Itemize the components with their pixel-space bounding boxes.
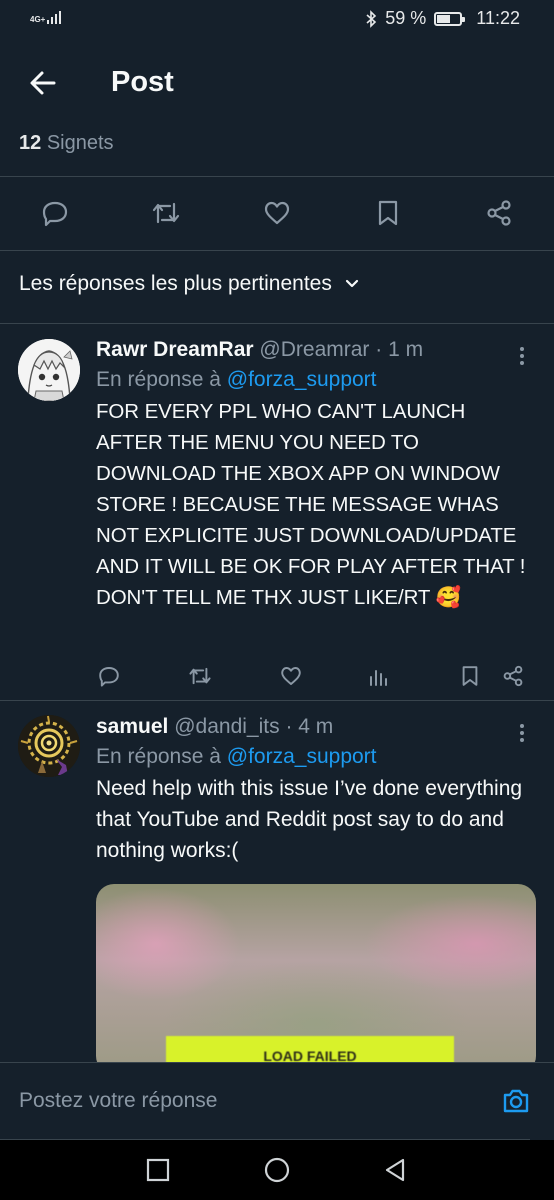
reply-input[interactable]: Postez votre réponse xyxy=(19,1089,217,1113)
like-button[interactable] xyxy=(260,196,294,230)
home-button[interactable] xyxy=(263,1156,291,1184)
network-type: 4G+ xyxy=(30,15,46,24)
timestamp: 1 m xyxy=(388,338,424,361)
retweet-icon xyxy=(189,667,211,685)
bluetooth-icon xyxy=(366,9,377,28)
avatar[interactable] xyxy=(18,715,80,777)
share-icon xyxy=(503,665,523,687)
signal-indicator: 4G+ xyxy=(30,10,62,24)
like-button[interactable] xyxy=(277,662,305,690)
bookmark-stat[interactable]: 12 Signets xyxy=(19,132,114,155)
like-icon xyxy=(264,201,290,225)
bookmark-button[interactable] xyxy=(456,662,484,690)
page-title: Post xyxy=(111,66,174,98)
back-navigation-button[interactable] xyxy=(381,1156,409,1184)
compose-reply-bar: Postez votre réponse xyxy=(0,1062,554,1140)
battery-level xyxy=(437,14,451,23)
like-icon xyxy=(281,667,301,685)
reply-button[interactable] xyxy=(95,662,123,690)
chevron-down-icon xyxy=(345,279,358,288)
share-button[interactable] xyxy=(482,196,516,230)
camera-button[interactable] xyxy=(500,1085,532,1117)
more-options-button[interactable] xyxy=(510,721,534,745)
in-reply-prefix: En réponse à xyxy=(96,368,221,391)
bookmark-icon xyxy=(378,200,398,226)
bookmark-icon xyxy=(462,666,478,686)
timestamp: 4 m xyxy=(298,715,334,738)
attached-photo[interactable]: LOAD FAILED xyxy=(96,884,536,1074)
divider xyxy=(0,250,554,251)
post-action-bar xyxy=(0,192,554,234)
sort-label: Les réponses les plus pertinentes xyxy=(19,272,332,295)
retweet-icon xyxy=(152,202,180,224)
camera-icon xyxy=(503,1089,529,1113)
in-reply-prefix: En réponse à xyxy=(96,745,221,768)
triangle-back-icon xyxy=(385,1158,405,1182)
battery-percent: 59 % xyxy=(385,8,427,28)
mention-link[interactable]: @forza_support xyxy=(227,745,377,768)
bookmark-label: Signets xyxy=(46,132,114,154)
retweet-button[interactable] xyxy=(149,196,183,230)
reply-text: FOR EVERY PPL WHO CAN'T LAUNCH AFTER THE… xyxy=(96,400,526,609)
user-handle[interactable]: @dandi_its xyxy=(174,715,279,738)
analytics-icon xyxy=(370,670,387,686)
sort-replies-dropdown[interactable]: Les réponses les plus pertinentes xyxy=(19,272,360,296)
user-handle[interactable]: @Dreamrar xyxy=(259,338,369,361)
anime-character-avatar-icon xyxy=(18,339,80,401)
reply-header: samuel @dandi_its · 4 m xyxy=(96,715,536,739)
more-options-button[interactable] xyxy=(510,344,534,368)
status-bar: 4G+ 59 % 11:22 xyxy=(0,0,554,40)
battery-icon xyxy=(434,11,466,26)
back-button[interactable] xyxy=(26,66,60,100)
circle-icon xyxy=(264,1157,290,1183)
bookmark-count: 12 xyxy=(19,132,42,154)
avatar[interactable] xyxy=(18,339,80,401)
separator: · xyxy=(369,338,389,361)
arrow-left-icon xyxy=(30,71,56,95)
bookmark-button[interactable] xyxy=(371,196,405,230)
reply-item[interactable]: Rawr DreamRar @Dreamrar · 1 m En réponse… xyxy=(0,324,554,700)
share-button[interactable] xyxy=(499,662,527,690)
reply-icon xyxy=(42,201,68,227)
analytics-button[interactable] xyxy=(365,662,393,690)
reply-icon xyxy=(99,667,119,687)
reply-text: Need help with this issue I’ve done ever… xyxy=(96,777,523,862)
top-app-bar: Post xyxy=(0,52,554,114)
system-navigation-bar xyxy=(0,1140,554,1200)
golden-emblem-avatar-icon xyxy=(18,715,80,777)
separator: · xyxy=(279,715,299,738)
square-icon xyxy=(146,1158,170,1182)
reply-button[interactable] xyxy=(38,196,72,230)
reply-action-bar xyxy=(96,662,536,692)
share-icon xyxy=(487,200,511,226)
in-reply-to: En réponse à @forza_support xyxy=(96,745,536,769)
retweet-button[interactable] xyxy=(186,662,214,690)
mention-link[interactable]: @forza_support xyxy=(227,368,377,391)
status-right: 59 % 11:22 xyxy=(365,8,520,29)
display-name[interactable]: Rawr DreamRar xyxy=(96,338,254,361)
recent-apps-button[interactable] xyxy=(144,1156,172,1184)
display-name[interactable]: samuel xyxy=(96,715,168,738)
reply-header: Rawr DreamRar @Dreamrar · 1 m xyxy=(96,338,536,362)
divider xyxy=(0,176,554,177)
clock: 11:22 xyxy=(476,8,520,28)
in-reply-to: En réponse à @forza_support xyxy=(96,368,536,392)
signal-bars-icon xyxy=(47,10,62,24)
